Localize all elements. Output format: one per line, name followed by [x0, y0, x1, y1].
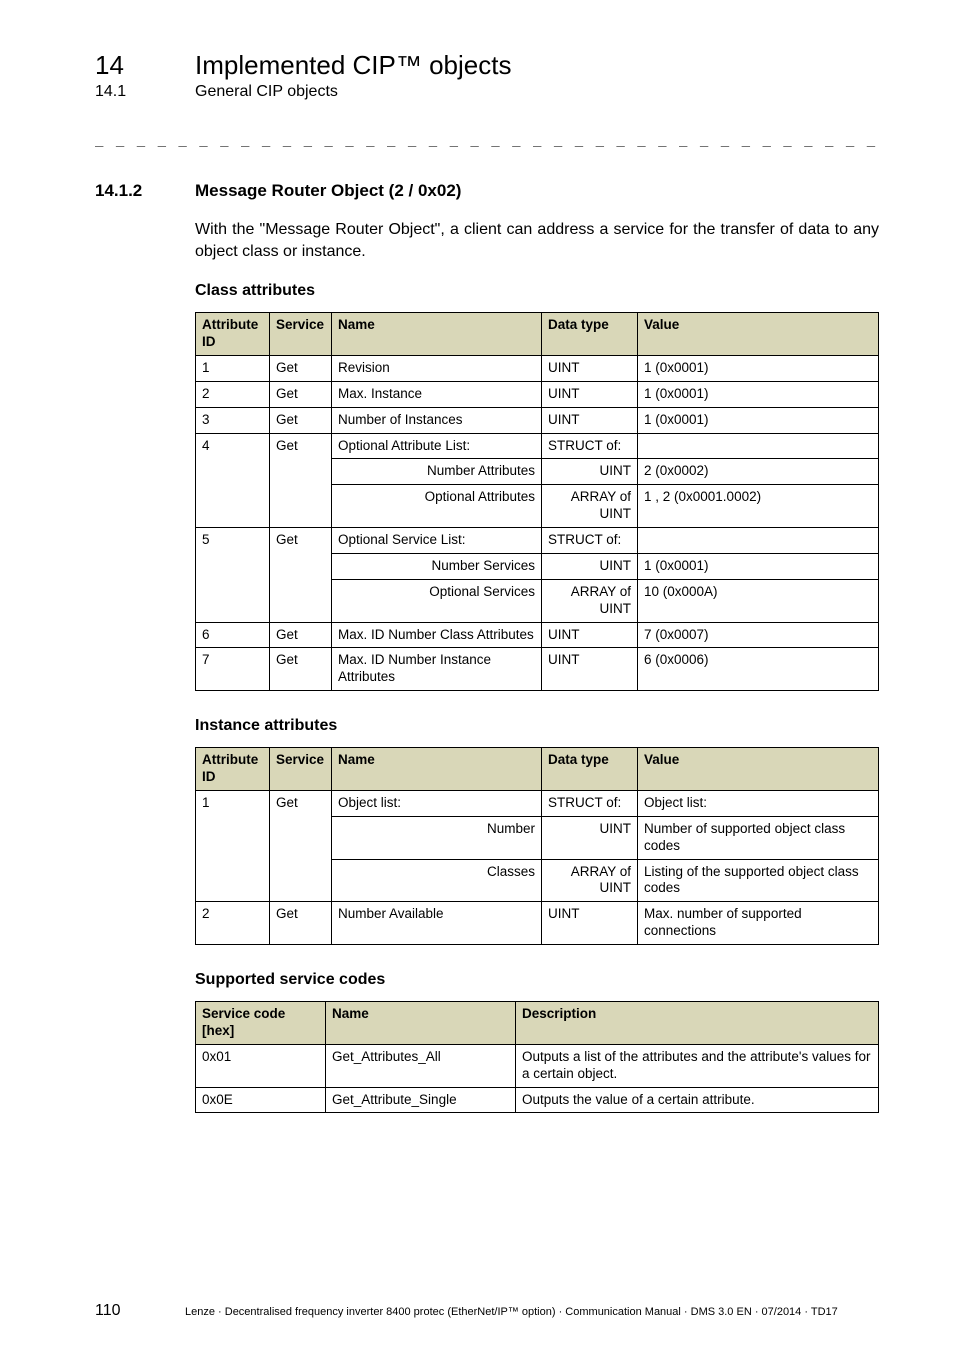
col-name: Name	[326, 1002, 516, 1045]
chapter-title: Implemented CIP™ objects	[195, 50, 511, 81]
service-codes-table: Service code [hex] Name Description 0x01…	[195, 1001, 879, 1113]
col-value: Value	[638, 313, 879, 356]
table-header-row: Attribute ID Service Name Data type Valu…	[196, 313, 879, 356]
chapter-number: 14	[95, 50, 195, 81]
table-header-row: Service code [hex] Name Description	[196, 1002, 879, 1045]
service-codes-heading: Supported service codes	[195, 971, 879, 989]
table-row: 1 Get Object list: STRUCT of: Object lis…	[196, 790, 879, 816]
table-row: 5 Get Optional Service List: STRUCT of:	[196, 528, 879, 554]
col-service-code: Service code [hex]	[196, 1002, 326, 1045]
table-row: 2 Get Max. Instance UINT 1 (0x0001)	[196, 381, 879, 407]
divider: _ _ _ _ _ _ _ _ _ _ _ _ _ _ _ _ _ _ _ _ …	[95, 131, 879, 147]
table-row: 1 Get Revision UINT 1 (0x0001)	[196, 355, 879, 381]
table-row: Optional Attributes ARRAY of UINT 1 , 2 …	[196, 485, 879, 528]
subchapter-title: General CIP objects	[195, 83, 338, 101]
class-attributes-heading: Class attributes	[195, 282, 879, 300]
page-number: 110	[95, 1302, 185, 1320]
col-data-type: Data type	[542, 313, 638, 356]
table-row: 3 Get Number of Instances UINT 1 (0x0001…	[196, 407, 879, 433]
col-value: Value	[638, 748, 879, 791]
col-data-type: Data type	[542, 748, 638, 791]
col-attr-id: Attribute ID	[196, 748, 270, 791]
col-name: Name	[332, 748, 542, 791]
table-row: 2 Get Number Available UINT Max. number …	[196, 902, 879, 945]
class-attributes-table: Attribute ID Service Name Data type Valu…	[195, 312, 879, 691]
intro-paragraph: With the "Message Router Object", a clie…	[195, 219, 879, 262]
page-footer: 110 Lenze · Decentralised frequency inve…	[95, 1302, 879, 1320]
col-description: Description	[516, 1002, 879, 1045]
subchapter-number: 14.1	[95, 83, 195, 101]
table-row: 4 Get Optional Attribute List: STRUCT of…	[196, 433, 879, 459]
section-title: Message Router Object (2 / 0x02)	[195, 181, 461, 201]
col-attr-id: Attribute ID	[196, 313, 270, 356]
col-service: Service	[270, 313, 332, 356]
table-row: Number UINT Number of supported object c…	[196, 816, 879, 859]
table-row: 0x01 Get_Attributes_All Outputs a list o…	[196, 1044, 879, 1087]
table-row: Classes ARRAY of UINT Listing of the sup…	[196, 859, 879, 902]
footer-text: Lenze · Decentralised frequency inverter…	[185, 1306, 838, 1318]
instance-attributes-heading: Instance attributes	[195, 717, 879, 735]
table-row: Number Attributes UINT 2 (0x0002)	[196, 459, 879, 485]
col-name: Name	[332, 313, 542, 356]
section-number: 14.1.2	[95, 181, 195, 201]
table-row: Number Services UINT 1 (0x0001)	[196, 553, 879, 579]
table-header-row: Attribute ID Service Name Data type Valu…	[196, 748, 879, 791]
col-service: Service	[270, 748, 332, 791]
table-row: 7 Get Max. ID Number Instance Attributes…	[196, 648, 879, 691]
instance-attributes-table: Attribute ID Service Name Data type Valu…	[195, 747, 879, 945]
table-row: Optional Services ARRAY of UINT 10 (0x00…	[196, 579, 879, 622]
table-row: 0x0E Get_Attribute_Single Outputs the va…	[196, 1087, 879, 1113]
table-row: 6 Get Max. ID Number Class Attributes UI…	[196, 622, 879, 648]
